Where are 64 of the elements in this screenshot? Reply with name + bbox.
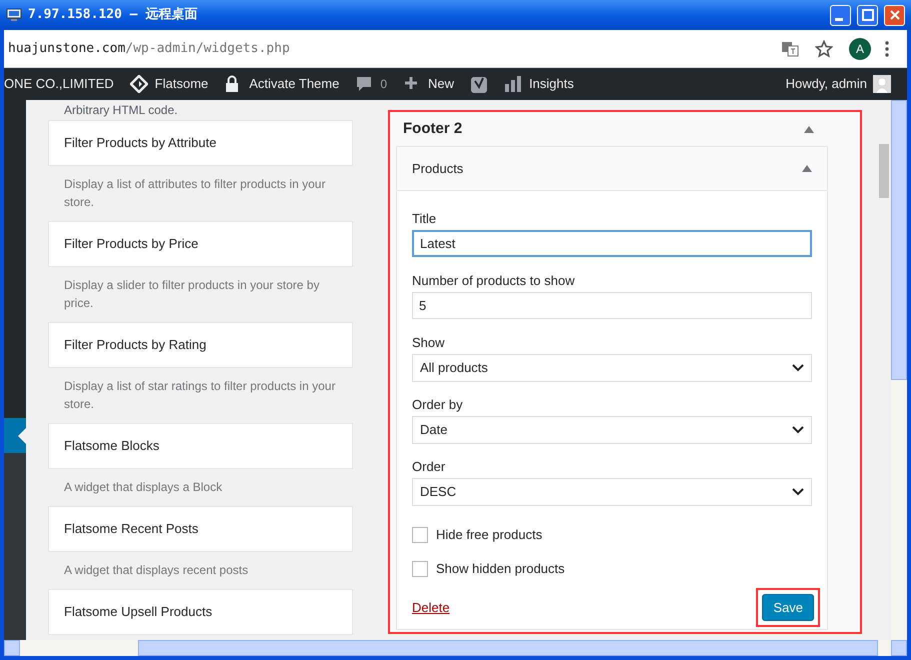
widget-card[interactable]: Filter Products by Attribute	[48, 120, 353, 166]
chevron-down-icon	[792, 426, 804, 434]
select-field[interactable]: Date	[412, 416, 812, 444]
sidebar-title: Footer 2	[403, 118, 462, 139]
star-icon[interactable]	[815, 40, 833, 58]
close-icon	[888, 8, 902, 22]
maximize-icon	[860, 8, 874, 22]
admin-menu-item[interactable]	[4, 418, 26, 453]
admin-bar-item[interactable]: ONE CO.,LIMITED	[4, 68, 122, 100]
bar-chart-icon	[504, 75, 522, 93]
horizontal-scrollbar[interactable]	[4, 640, 907, 656]
widget-card[interactable]: Flatsome Recent Posts	[48, 506, 353, 552]
minimize-icon	[835, 18, 843, 20]
diamond-icon	[130, 75, 148, 93]
checkbox[interactable]	[412, 561, 428, 577]
widget-description: A widget that displays a Block	[63, 479, 224, 496]
close-button[interactable]	[884, 4, 905, 26]
translate-icon[interactable]	[781, 40, 799, 58]
field-label: Order by	[412, 397, 464, 413]
remote-desktop-icon	[6, 7, 22, 23]
widget-title: Products	[412, 160, 464, 178]
widget-description: A widget that displays recent posts	[63, 562, 250, 579]
minimize-button[interactable]	[830, 4, 851, 26]
admin-bar-item[interactable]: Flatsome	[122, 68, 216, 100]
widget-description: Display a list of star ratings to filter products in your store.	[63, 378, 336, 413]
address-bar[interactable]: huajunstone.com/wp-admin/widgets.php	[8, 38, 777, 58]
account-menu[interactable]: Howdy, admin	[786, 68, 891, 100]
delete-link[interactable]: Delete	[412, 598, 450, 618]
collapse-icon[interactable]	[804, 126, 814, 132]
admin-bar-item[interactable]: Activate Theme	[216, 68, 348, 100]
y-logo-icon	[470, 75, 488, 93]
widget-description: Display a list of attributes to filter products in your store.	[63, 176, 326, 211]
widget-card[interactable]: Flatsome Upsell Products	[48, 589, 353, 635]
admin-bar-item[interactable]: New	[395, 68, 462, 100]
speech-bubble-icon	[355, 75, 374, 93]
select-field[interactable]: All products	[412, 354, 812, 382]
chevron-down-icon	[792, 364, 804, 372]
window-scrollbar[interactable]	[891, 100, 907, 640]
profile-avatar[interactable]: A	[849, 38, 871, 60]
window-title: 7.97.158.120 – 远程桌面	[28, 6, 198, 24]
checkbox-label: Show hidden products	[436, 560, 565, 578]
select-field[interactable]: DESC	[412, 478, 812, 506]
chevron-down-icon	[792, 488, 804, 496]
checkbox[interactable]	[412, 527, 428, 543]
widget-card[interactable]: Filter Products by Rating	[48, 322, 353, 368]
checkbox-label: Hide free products	[436, 526, 542, 544]
scrollbar-thumb[interactable]	[879, 144, 889, 198]
field-label: Order	[412, 459, 446, 475]
input-field[interactable]: 5	[412, 292, 812, 319]
collapse-icon[interactable]	[802, 165, 812, 172]
widget-card[interactable]: Flatsome Blocks	[48, 423, 353, 469]
field-label: Show	[412, 335, 446, 351]
widget-description: Display a slider to filter products in your store by price.	[63, 277, 320, 312]
widget-description: Arbitrary HTML code.	[63, 102, 179, 119]
field-label: Title	[412, 211, 438, 227]
admin-bar-item[interactable]: Insights	[496, 68, 582, 100]
more-icon[interactable]	[885, 40, 889, 56]
maximize-button[interactable]	[857, 4, 878, 26]
field-label: Number of products to show	[412, 273, 576, 289]
save-button[interactable]: Save	[762, 594, 814, 621]
input-field[interactable]: Latest	[412, 230, 812, 257]
widget-card[interactable]: Filter Products by Price	[48, 221, 353, 267]
admin-bar-item[interactable]: 0	[347, 68, 396, 100]
avatar-icon	[873, 75, 891, 93]
